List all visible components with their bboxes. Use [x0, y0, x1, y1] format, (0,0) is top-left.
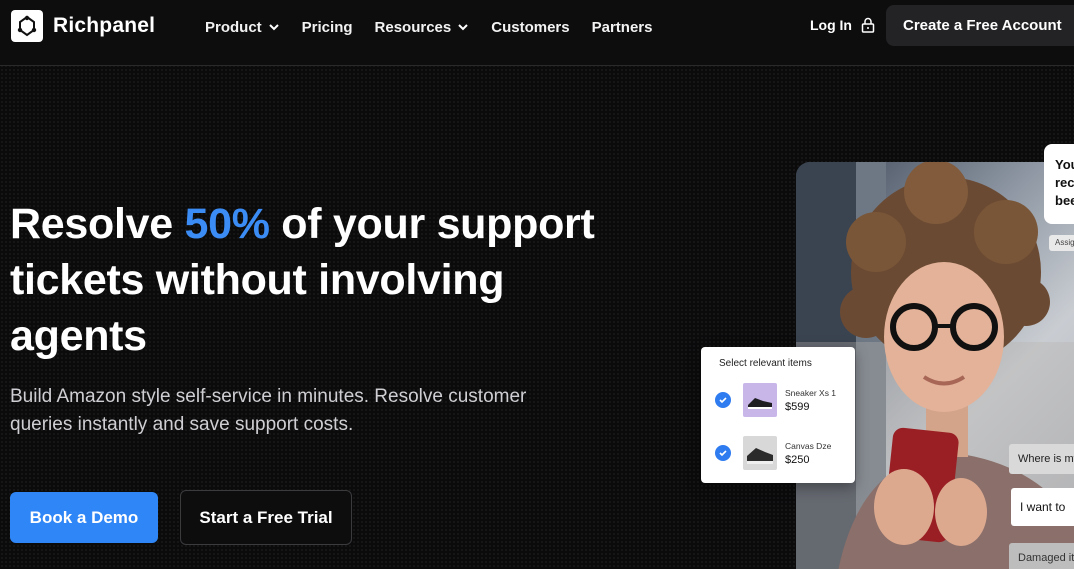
nav-item-customers[interactable]: Customers — [491, 17, 569, 37]
sneaker-thumbnail — [743, 383, 777, 417]
login-label: Log In — [810, 17, 852, 33]
checkbox-checked-icon[interactable] — [715, 392, 731, 408]
hero-subheadline: Build Amazon style self-service in minut… — [10, 386, 527, 435]
checkbox-checked-icon[interactable] — [715, 445, 731, 461]
product-name: Canvas Dze — [785, 440, 832, 451]
headline-accent: 50% — [184, 200, 270, 248]
chevron-down-icon — [268, 24, 279, 31]
create-account-button[interactable]: Create a Free Account — [886, 5, 1074, 46]
card-title: Select relevant items — [719, 358, 812, 369]
nav-item-label: Resources — [374, 18, 452, 36]
richpanel-logo-icon — [11, 10, 43, 42]
nav-item-pricing[interactable]: Pricing — [302, 17, 353, 37]
chat-option-i-want-to[interactable]: I want to — [1011, 488, 1074, 526]
chat-bubble-message: You rec bee — [1044, 144, 1074, 224]
product-name: Sneaker Xs 1 — [785, 387, 837, 398]
chat-option-damaged[interactable]: Damaged it — [1009, 543, 1074, 569]
hero-headline: Resolve 50% of your support tickets with… — [10, 196, 650, 364]
main-menu: Product Pricing Resources Customers Part… — [205, 17, 674, 37]
chat-line: You — [1055, 157, 1074, 172]
chat-line: rec — [1055, 175, 1074, 190]
product-price: $599 — [785, 400, 810, 413]
product-selection-card: Select relevant items Sneaker Xs 1 $599 … — [701, 347, 855, 483]
top-navigation: Richpanel Product Pricing Resources Cust… — [0, 0, 1074, 66]
lock-icon — [861, 17, 875, 33]
nav-item-label: Pricing — [301, 18, 353, 36]
book-demo-button[interactable]: Book a Demo — [10, 492, 158, 543]
assign-tag: Assig — [1049, 235, 1074, 251]
nav-item-resources[interactable]: Resources — [375, 17, 470, 37]
nav-item-partners[interactable]: Partners — [592, 17, 653, 37]
canvas-shoe-thumbnail — [743, 436, 777, 470]
product-item[interactable]: Canvas Dze $250 — [715, 436, 831, 470]
product-item[interactable]: Sneaker Xs 1 $599 — [715, 383, 836, 417]
nav-item-product[interactable]: Product — [205, 17, 280, 37]
chat-option-where-is-my[interactable]: Where is my — [1009, 444, 1074, 474]
nav-item-label: Product — [205, 18, 262, 36]
nav-item-label: Partners — [591, 18, 653, 36]
brand-logo[interactable]: Richpanel — [11, 10, 155, 42]
chat-line: bee — [1055, 193, 1074, 208]
nav-item-label: Customers — [491, 18, 570, 36]
login-link[interactable]: Log In — [810, 17, 875, 33]
brand-name: Richpanel — [53, 14, 156, 37]
start-trial-button[interactable]: Start a Free Trial — [180, 490, 352, 545]
product-price: $250 — [785, 453, 810, 466]
chevron-down-icon — [458, 24, 468, 31]
headline-text-start: Resolve — [10, 200, 185, 248]
